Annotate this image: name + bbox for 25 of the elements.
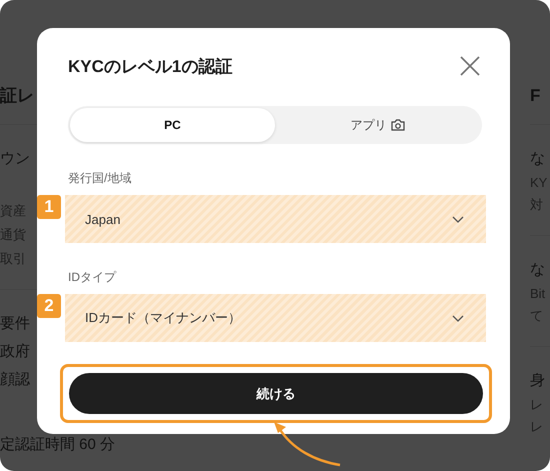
tab[interactable]: アプリ xyxy=(275,108,480,142)
step-marker: 2 xyxy=(37,294,61,318)
continue-button[interactable]: 続ける xyxy=(69,373,483,414)
background-text: な xyxy=(530,149,545,169)
background-text: 政府 xyxy=(0,342,30,362)
chevron-down-icon xyxy=(452,216,464,222)
dropdown[interactable]: Japan xyxy=(65,195,486,243)
background-text: ウン xyxy=(0,149,30,169)
background-text: な xyxy=(530,260,545,280)
dialog-title: KYCのレベル1の認証 xyxy=(68,56,232,78)
background-text: 身 xyxy=(530,371,545,391)
close-icon xyxy=(458,54,482,78)
chevron-down-icon xyxy=(452,314,464,322)
background-text: 定認証時間 60 分 xyxy=(0,435,116,455)
field-label: 発行国/地域 xyxy=(68,170,132,187)
dropdown[interactable]: IDカード（マイナンバー） xyxy=(65,294,486,342)
close-button[interactable] xyxy=(458,54,482,78)
step-marker: 1 xyxy=(37,195,61,219)
background-text: F xyxy=(530,85,540,107)
background-text: 証レ xyxy=(0,85,34,107)
background-text: 要件 xyxy=(0,314,30,334)
camera-icon xyxy=(390,119,404,131)
tab[interactable]: PC xyxy=(70,108,275,142)
field-label: IDタイプ xyxy=(68,269,118,286)
background-text: 顔認 xyxy=(0,370,30,390)
